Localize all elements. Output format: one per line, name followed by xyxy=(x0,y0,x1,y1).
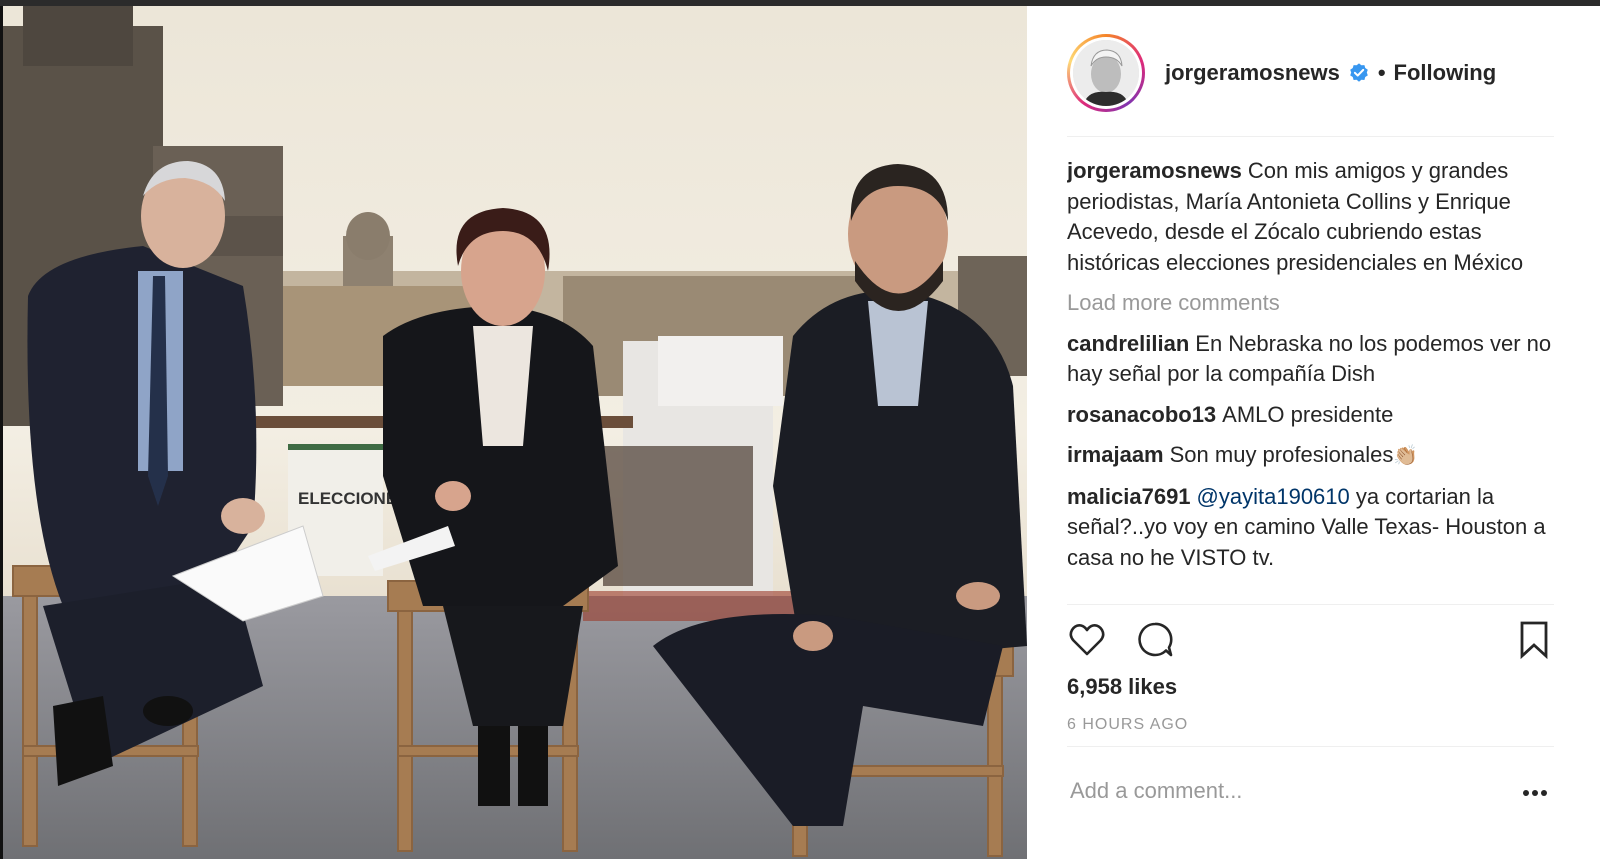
divider xyxy=(1067,604,1554,605)
verified-badge-icon xyxy=(1350,63,1368,82)
divider xyxy=(1067,746,1554,747)
comment-text: AMLO presidente xyxy=(1222,401,1394,427)
comment-icon[interactable] xyxy=(1135,620,1175,660)
comment-item: rosanacobo13 AMLO presidente xyxy=(1067,400,1554,431)
post-header: jorgeramosnews • Following xyxy=(1067,34,1554,137)
comment-item: malicia7691 @yayita190610 ya cortarian la… xyxy=(1067,482,1554,574)
comment-item: irmajaam Son muy profesionales👏🏼 xyxy=(1067,440,1554,472)
comment-username-link[interactable]: malicia7691 xyxy=(1067,484,1191,509)
post-timestamp[interactable]: 6 HOURS AGO xyxy=(1067,716,1188,734)
comment-mention-link[interactable]: @yayita190610 xyxy=(1197,484,1350,509)
comment-username-link[interactable]: candrelilian xyxy=(1067,331,1189,356)
comment-text: Son muy profesionales xyxy=(1169,442,1394,467)
avatar-story-ring[interactable] xyxy=(1067,34,1145,112)
comment-username-link[interactable]: rosanacobo13 xyxy=(1067,402,1216,427)
bookmark-icon[interactable] xyxy=(1517,620,1551,660)
header-separator: • xyxy=(1377,60,1386,85)
header-user-line: jorgeramosnews • Following xyxy=(1165,60,1496,86)
caption-username-link[interactable]: jorgeramosnews xyxy=(1067,158,1242,183)
post-actions-bar xyxy=(1067,614,1554,664)
caption: jorgeramosnews Con mis amigos y grandes p… xyxy=(1067,156,1554,278)
post-photo[interactable]: ELECCIONES MÉXICO 2018 xyxy=(3,6,1027,859)
comments-list[interactable]: jorgeramosnews Con mis amigos y grandes p… xyxy=(1067,156,1554,606)
load-more-comments-button[interactable]: Load more comments xyxy=(1067,288,1554,319)
more-options-icon[interactable] xyxy=(1522,789,1548,797)
avatar-portrait-icon xyxy=(1073,40,1139,106)
header-username-link[interactable]: jorgeramosnews xyxy=(1165,60,1340,86)
avatar[interactable] xyxy=(1073,40,1139,106)
heart-icon[interactable] xyxy=(1067,620,1107,660)
post-details-panel: jorgeramosnews • Following jorgeramosnew… xyxy=(1027,6,1600,859)
clapping-hands-emoji: 👏🏼 xyxy=(1393,445,1419,467)
post-photo-illustration: ELECCIONES MÉXICO 2018 xyxy=(3,6,1027,859)
comment-item: candrelilian En Nebraska no los podemos v… xyxy=(1067,329,1554,390)
add-comment-input[interactable] xyxy=(1070,771,1490,811)
likes-count[interactable]: 6,958 likes xyxy=(1067,674,1177,700)
following-button[interactable]: Following xyxy=(1394,60,1497,86)
comment-username-link[interactable]: irmajaam xyxy=(1067,442,1164,467)
avatar-ring-inner xyxy=(1070,37,1142,109)
